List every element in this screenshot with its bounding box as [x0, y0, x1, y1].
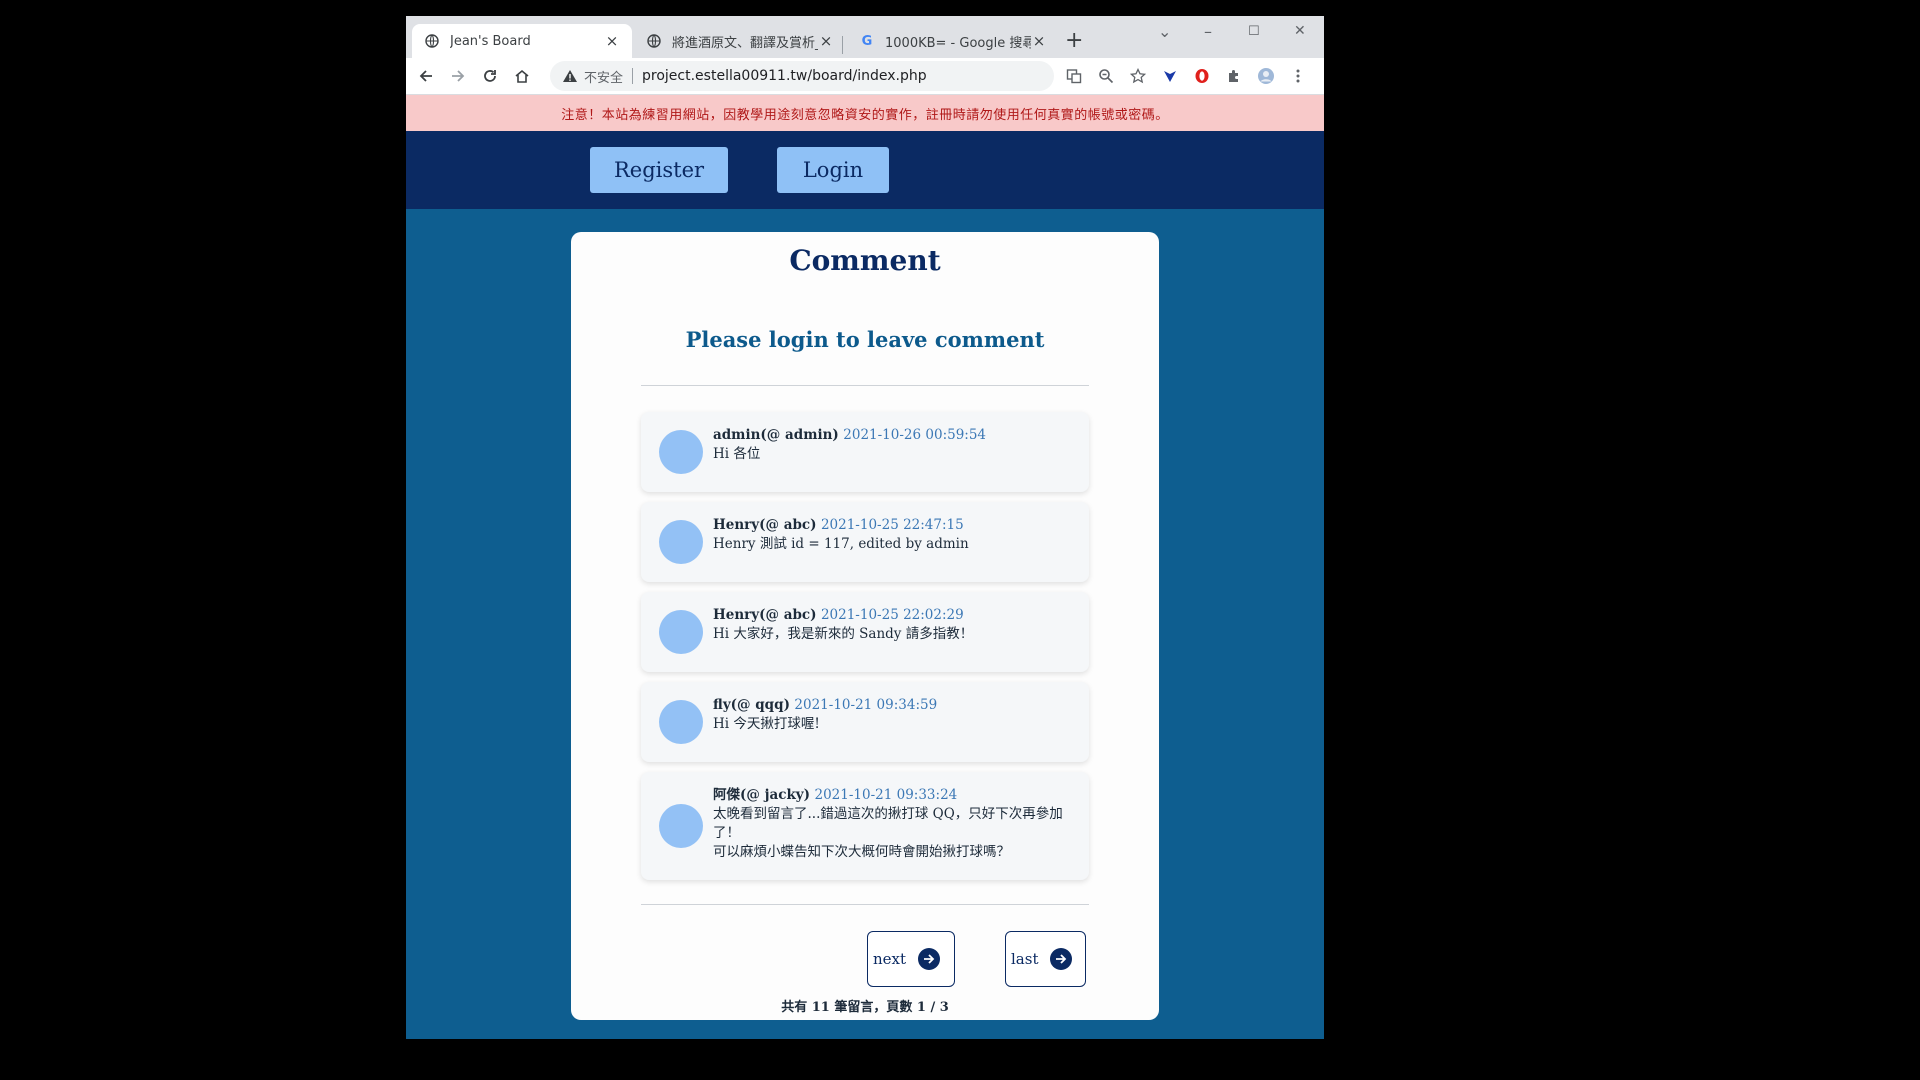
- tab-poem[interactable]: 將進酒原文、翻譯及賞析_李 ×: [634, 24, 846, 58]
- home-icon[interactable]: [510, 64, 534, 88]
- maximize-button[interactable]: ☐: [1248, 24, 1260, 39]
- last-page-button[interactable]: last: [1005, 931, 1086, 987]
- back-icon[interactable]: [414, 64, 438, 88]
- comment-board: Comment Please login to leave comment ad…: [571, 232, 1159, 1020]
- comment-author: admin(@ admin): [713, 427, 839, 443]
- globe-icon: [646, 33, 662, 49]
- warning-icon: [562, 68, 578, 84]
- new-tab-button[interactable]: +: [1065, 30, 1083, 52]
- tab-close-icon[interactable]: ×: [604, 32, 620, 50]
- comment-body: Henry 測試 id = 117, edited by admin: [713, 536, 969, 552]
- opera-icon[interactable]: [1190, 64, 1214, 88]
- tab-search-icon[interactable]: ⌄: [1158, 22, 1171, 41]
- globe-icon: [424, 33, 440, 49]
- comment-author: fly(@ qqq): [713, 697, 790, 713]
- last-label: last: [1011, 950, 1039, 968]
- tab-close-icon[interactable]: ×: [1031, 32, 1047, 50]
- main-area: Comment Please login to leave comment ad…: [406, 209, 1324, 1039]
- comment-item: Henry(@ abc) 2021-10-25 22:02:29 Hi 大家好，…: [641, 592, 1089, 672]
- next-page-button[interactable]: next: [867, 931, 955, 987]
- comment-author: 阿傑(@ jacky): [713, 787, 811, 803]
- address-bar[interactable]: 不安全 project.estella00911.tw/board/index.…: [550, 61, 1054, 91]
- avatar: [659, 700, 703, 744]
- minimize-button[interactable]: –: [1204, 22, 1212, 41]
- pagination-info: 共有 11 筆留言，頁數 1 / 3: [781, 1000, 949, 1015]
- browser-window: Jean's Board × 將進酒原文、翻譯及賞析_李 × G 1000KB=…: [406, 16, 1324, 1039]
- avatar: [659, 804, 703, 848]
- login-prompt: Please login to leave comment: [685, 327, 1045, 352]
- tab-separator: [842, 36, 843, 54]
- divider: [641, 385, 1089, 386]
- comment-date: 2021-10-25 22:02:29: [820, 607, 964, 623]
- profile-icon[interactable]: [1254, 64, 1278, 88]
- url-text[interactable]: project.estella00911.tw/board/index.php: [642, 68, 927, 84]
- comment-body: Hi 今天揪打球喔!: [713, 716, 820, 732]
- reload-icon[interactable]: [478, 64, 502, 88]
- arrow-right-icon: [918, 948, 941, 970]
- extensions-icon[interactable]: [1222, 64, 1246, 88]
- comment-item: admin(@ admin) 2021-10-26 00:59:54 Hi 各位: [641, 412, 1089, 492]
- comment-author: Henry(@ abc): [713, 517, 817, 533]
- login-button[interactable]: Login: [777, 147, 889, 193]
- comment-item: Henry(@ abc) 2021-10-25 22:47:15 Henry 測…: [641, 502, 1089, 582]
- tab-title: 將進酒原文、翻譯及賞析_李: [672, 35, 818, 51]
- board-title: Comment: [789, 244, 941, 277]
- star-icon[interactable]: [1126, 64, 1150, 88]
- tab-bar: Jean's Board × 將進酒原文、翻譯及賞析_李 × G 1000KB=…: [406, 16, 1324, 58]
- menu-icon[interactable]: [1286, 64, 1310, 88]
- comment-date: 2021-10-25 22:47:15: [820, 517, 964, 533]
- next-label: next: [873, 950, 907, 968]
- tab-google-search[interactable]: G 1000KB= - Google 搜尋 ×: [847, 24, 1059, 58]
- avatar: [659, 610, 703, 654]
- close-window-button[interactable]: ✕: [1294, 23, 1306, 39]
- site-nav: Register Login: [406, 131, 1324, 209]
- zoom-icon[interactable]: [1094, 64, 1118, 88]
- avatar: [659, 520, 703, 564]
- omnibox-separator: [632, 68, 634, 84]
- tab-title: 1000KB= - Google 搜尋: [885, 35, 1031, 51]
- browser-toolbar: 不安全 project.estella00911.tw/board/index.…: [406, 58, 1324, 95]
- comment-body: Hi 各位: [713, 446, 761, 462]
- comment-body: Hi 大家好，我是新來的 Sandy 請多指教！: [713, 626, 974, 642]
- comment-date: 2021-10-21 09:33:24: [814, 787, 958, 803]
- register-button[interactable]: Register: [590, 147, 728, 193]
- forward-icon[interactable]: [446, 64, 470, 88]
- comment-date: 2021-10-21 09:34:59: [794, 697, 938, 713]
- divider: [641, 904, 1089, 905]
- comment-list: admin(@ admin) 2021-10-26 00:59:54 Hi 各位…: [641, 412, 1089, 890]
- comment-author: Henry(@ abc): [713, 607, 817, 623]
- arrow-right-icon: [1050, 948, 1073, 970]
- comment-item: 阿傑(@ jacky) 2021-10-21 09:33:24 太晚看到留言了.…: [641, 772, 1089, 880]
- comment-body: 太晚看到留言了...錯過這次的揪打球 QQ，只好下次再參加了！ 可以麻煩小蝶告知…: [713, 806, 1063, 860]
- tab-close-icon[interactable]: ×: [818, 32, 834, 50]
- avatar: [659, 430, 703, 474]
- google-icon: G: [861, 33, 873, 49]
- comment-date: 2021-10-26 00:59:54: [843, 427, 987, 443]
- warning-notice: 注意！本站為練習用網站，因教學用途刻意忽略資安的實作，註冊時請勿使用任何真實的帳…: [406, 95, 1324, 131]
- tab-jeans-board[interactable]: Jean's Board ×: [412, 24, 632, 58]
- vpn-icon[interactable]: [1158, 64, 1182, 88]
- translate-icon[interactable]: [1062, 64, 1086, 88]
- security-label[interactable]: 不安全: [584, 67, 623, 86]
- comment-item: fly(@ qqq) 2021-10-21 09:34:59 Hi 今天揪打球喔…: [641, 682, 1089, 762]
- tab-title: Jean's Board: [450, 33, 531, 49]
